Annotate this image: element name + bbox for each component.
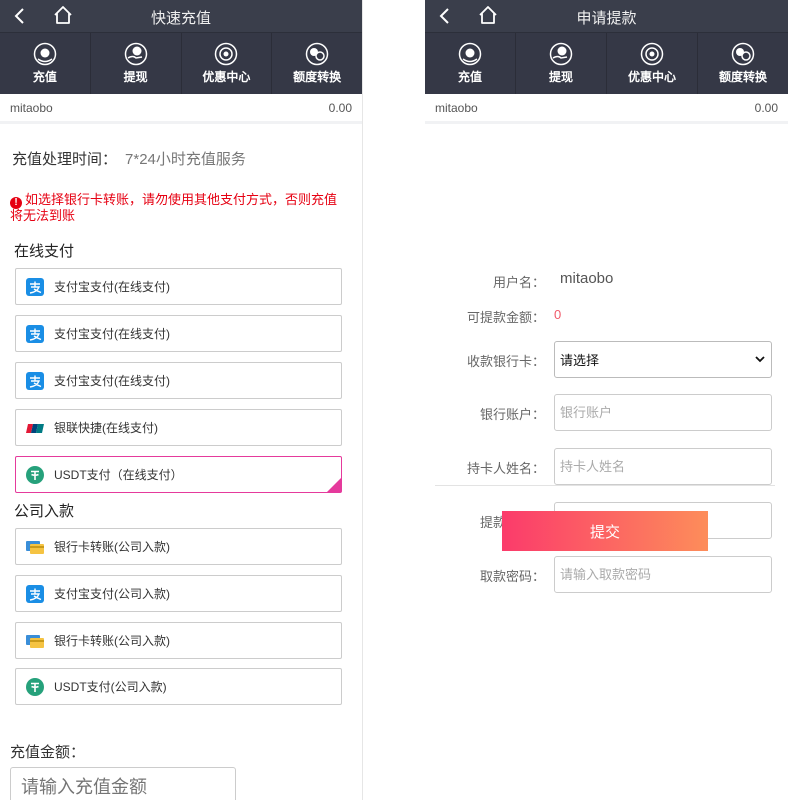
nav-deposit[interactable]: 充值	[425, 33, 516, 94]
page-title: 申请提款	[576, 10, 637, 27]
warning-text: 如选择银行卡转账，请勿使用其他支付方式，否则充值将无法到账	[10, 192, 338, 223]
payment-option[interactable]: USDT支付(公司入款)	[15, 668, 342, 705]
payment-option[interactable]: 银联快捷(在线支付)	[15, 409, 342, 446]
username: mitaobo	[10, 100, 53, 115]
nav-withdraw-label: 提现	[123, 70, 148, 84]
bank-card-label: 收款银行卡：	[466, 354, 545, 369]
nav-promotion[interactable]: 优惠中心	[182, 33, 273, 94]
deposit-panel: 快速充值 充值 提现 优惠中心 额度转换 mitaobo 0.00 充值处理时间…	[0, 0, 363, 800]
holder-label: 持卡人姓名：	[466, 461, 545, 476]
username: mitaobo	[435, 100, 478, 115]
processing-time: 充值处理时间： 7*24小时充值服务	[12, 148, 246, 169]
username-value: mitaobo	[560, 270, 614, 287]
unionpay-icon	[26, 423, 44, 433]
selected-check-icon	[327, 478, 341, 492]
usdt-icon	[26, 677, 44, 696]
payment-option-label: 银行卡转账(公司入款)	[54, 540, 170, 554]
nav-transfer-label: 额度转换	[718, 70, 767, 84]
online-payment-heading: 在线支付	[14, 243, 75, 260]
withdraw-panel: 申请提款 充值 提现 优惠中心 额度转换 mitaobo 0.00 用户名： m…	[425, 0, 788, 800]
promotion-icon	[215, 42, 238, 66]
nav-promotion[interactable]: 优惠中心	[607, 33, 698, 94]
submit-button[interactable]: 提交	[502, 511, 708, 551]
nav-promotion-label: 优惠中心	[202, 70, 251, 84]
alipay-icon	[26, 277, 44, 296]
company-deposit-heading: 公司入款	[14, 503, 75, 520]
nav-deposit[interactable]: 充值	[0, 33, 91, 94]
alipay-icon	[26, 324, 44, 343]
account-label: 银行账户：	[479, 407, 545, 422]
withdraw-icon	[124, 42, 147, 66]
alipay-icon	[26, 371, 44, 390]
payment-option-label: USDT支付(公司入款)	[54, 680, 167, 694]
transfer-icon	[305, 42, 329, 66]
bank-card-icon	[26, 634, 44, 648]
payment-option-selected[interactable]: USDT支付（在线支付）	[15, 456, 342, 493]
nav-bar: 充值 提现 优惠中心 额度转换	[0, 32, 362, 94]
bank-card-icon	[26, 540, 44, 554]
alipay-icon	[26, 584, 44, 603]
promotion-icon	[640, 42, 664, 66]
deposit-amount-input[interactable]	[10, 767, 236, 800]
password-input[interactable]	[554, 556, 772, 593]
payment-option-label: 银联快捷(在线支付)	[54, 421, 158, 435]
holder-input[interactable]	[554, 448, 772, 485]
user-info-row: mitaobo 0.00	[0, 94, 362, 124]
nav-transfer-label: 额度转换	[293, 70, 342, 84]
deposit-icon	[458, 42, 482, 66]
account-input[interactable]	[554, 394, 772, 431]
nav-transfer[interactable]: 额度转换	[272, 33, 362, 94]
user-info-row: mitaobo 0.00	[425, 94, 788, 124]
nav-withdraw[interactable]: 提现	[516, 33, 607, 94]
top-bar: 申请提款	[425, 0, 788, 32]
warning-message: ! 如选择银行卡转账，请勿使用其他支付方式，否则充值将无法到账	[10, 193, 345, 222]
withdrawable-value: 0	[554, 307, 562, 322]
nav-withdraw[interactable]: 提现	[91, 33, 182, 94]
payment-option-label: 支付宝支付(公司入款)	[54, 587, 170, 601]
nav-promotion-label: 优惠中心	[627, 70, 676, 84]
usdt-icon	[26, 465, 44, 484]
payment-option-label: 支付宝支付(在线支付)	[54, 327, 170, 341]
divider	[435, 485, 775, 486]
payment-option-label: 支付宝支付(在线支付)	[54, 374, 170, 388]
processing-time-value: 7*24小时充值服务	[125, 151, 246, 168]
password-label: 取款密码：	[479, 569, 545, 584]
nav-bar: 充值 提现 优惠中心 额度转换	[425, 32, 788, 94]
bank-card-selected: 请选择	[560, 353, 600, 368]
bank-card-select[interactable]: 请选择	[554, 341, 772, 378]
payment-option[interactable]: 支付宝支付(在线支付)	[15, 268, 342, 305]
page-title: 快速充值	[150, 10, 211, 27]
withdrawable-label: 可提款金额：	[466, 310, 545, 325]
payment-option[interactable]: 支付宝支付(在线支付)	[15, 315, 342, 352]
nav-withdraw-label: 提现	[548, 70, 573, 84]
payment-option-label: USDT支付（在线支付）	[54, 468, 183, 482]
payment-option[interactable]: 银行卡转账(公司入款)	[15, 622, 342, 659]
payment-option[interactable]: 银行卡转账(公司入款)	[15, 528, 342, 565]
payment-option-label: 银行卡转账(公司入款)	[54, 634, 170, 648]
balance: 0.00	[754, 100, 778, 115]
transfer-icon	[731, 42, 755, 66]
deposit-icon	[33, 42, 57, 66]
nav-deposit-label: 充值	[457, 70, 482, 84]
processing-time-label: 充值处理时间：	[12, 151, 118, 168]
top-bar: 快速充值	[0, 0, 362, 32]
username-label: 用户名：	[492, 275, 545, 290]
payment-option[interactable]: 支付宝支付(在线支付)	[15, 362, 342, 399]
nav-deposit-label: 充值	[32, 70, 57, 84]
deposit-amount-label: 充值金额：	[10, 744, 86, 761]
payment-option[interactable]: 支付宝支付(公司入款)	[15, 575, 342, 612]
withdraw-icon	[549, 42, 573, 66]
nav-transfer[interactable]: 额度转换	[698, 33, 788, 94]
payment-option-label: 支付宝支付(在线支付)	[54, 280, 170, 294]
chevron-down-icon	[755, 356, 765, 363]
balance: 0.00	[328, 100, 352, 115]
